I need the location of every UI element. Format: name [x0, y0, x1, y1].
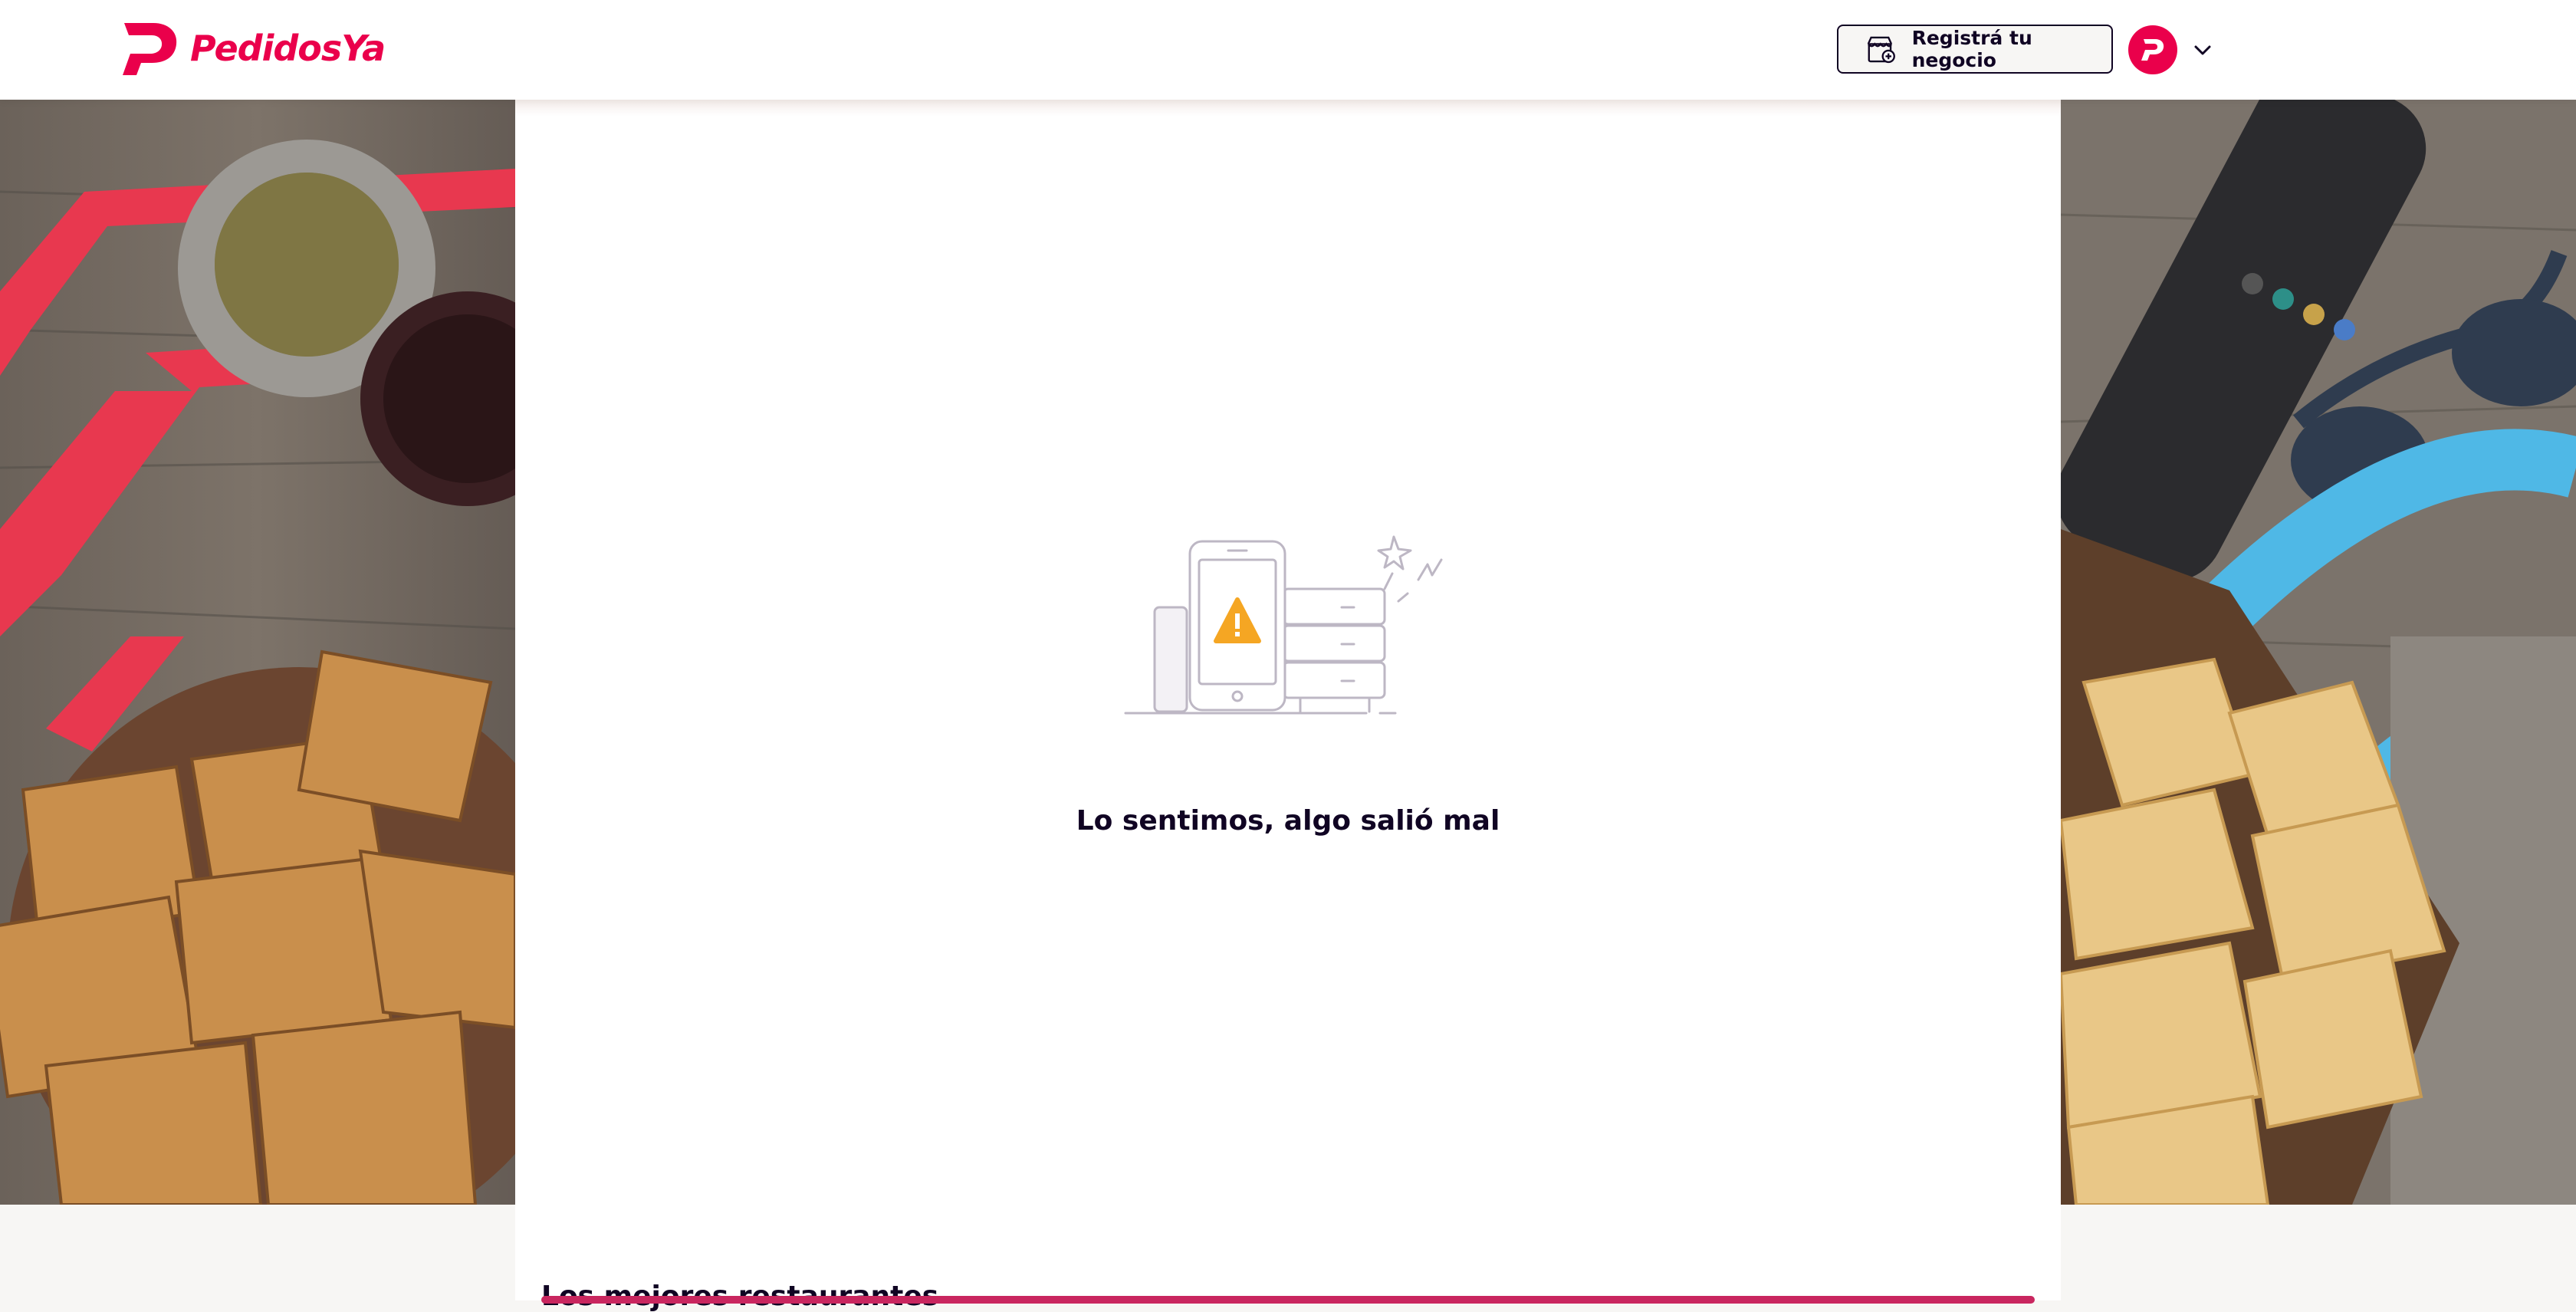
chevron-down-icon[interactable] — [2193, 40, 2213, 60]
avatar-logo-icon — [2141, 39, 2164, 61]
main-content: Lo sentimos, algo salió mal Los mejores … — [515, 100, 2061, 1312]
error-message: Lo sentimos, algo salió mal — [1076, 805, 1500, 837]
food-image-left — [0, 100, 515, 1205]
register-business-label: Registrá tu negocio — [1911, 27, 2032, 71]
register-business-button[interactable]: Registrá tu negocio — [1837, 25, 2113, 74]
store-icon — [1867, 36, 1895, 64]
section-banner — [541, 1296, 2035, 1304]
brand-name: PedidosYa — [190, 28, 386, 69]
top-header: PedidosYa Registrá tu negocio — [0, 0, 2576, 100]
panel-top-shadow — [515, 100, 2061, 117]
pedidosya-logo-icon — [123, 23, 177, 75]
phone-warning-servers-icon — [1124, 535, 1443, 715]
user-avatar-icon[interactable] — [2128, 25, 2177, 74]
food-image-right — [2061, 100, 2576, 1205]
brand-logo[interactable]: PedidosYa — [120, 20, 386, 77]
